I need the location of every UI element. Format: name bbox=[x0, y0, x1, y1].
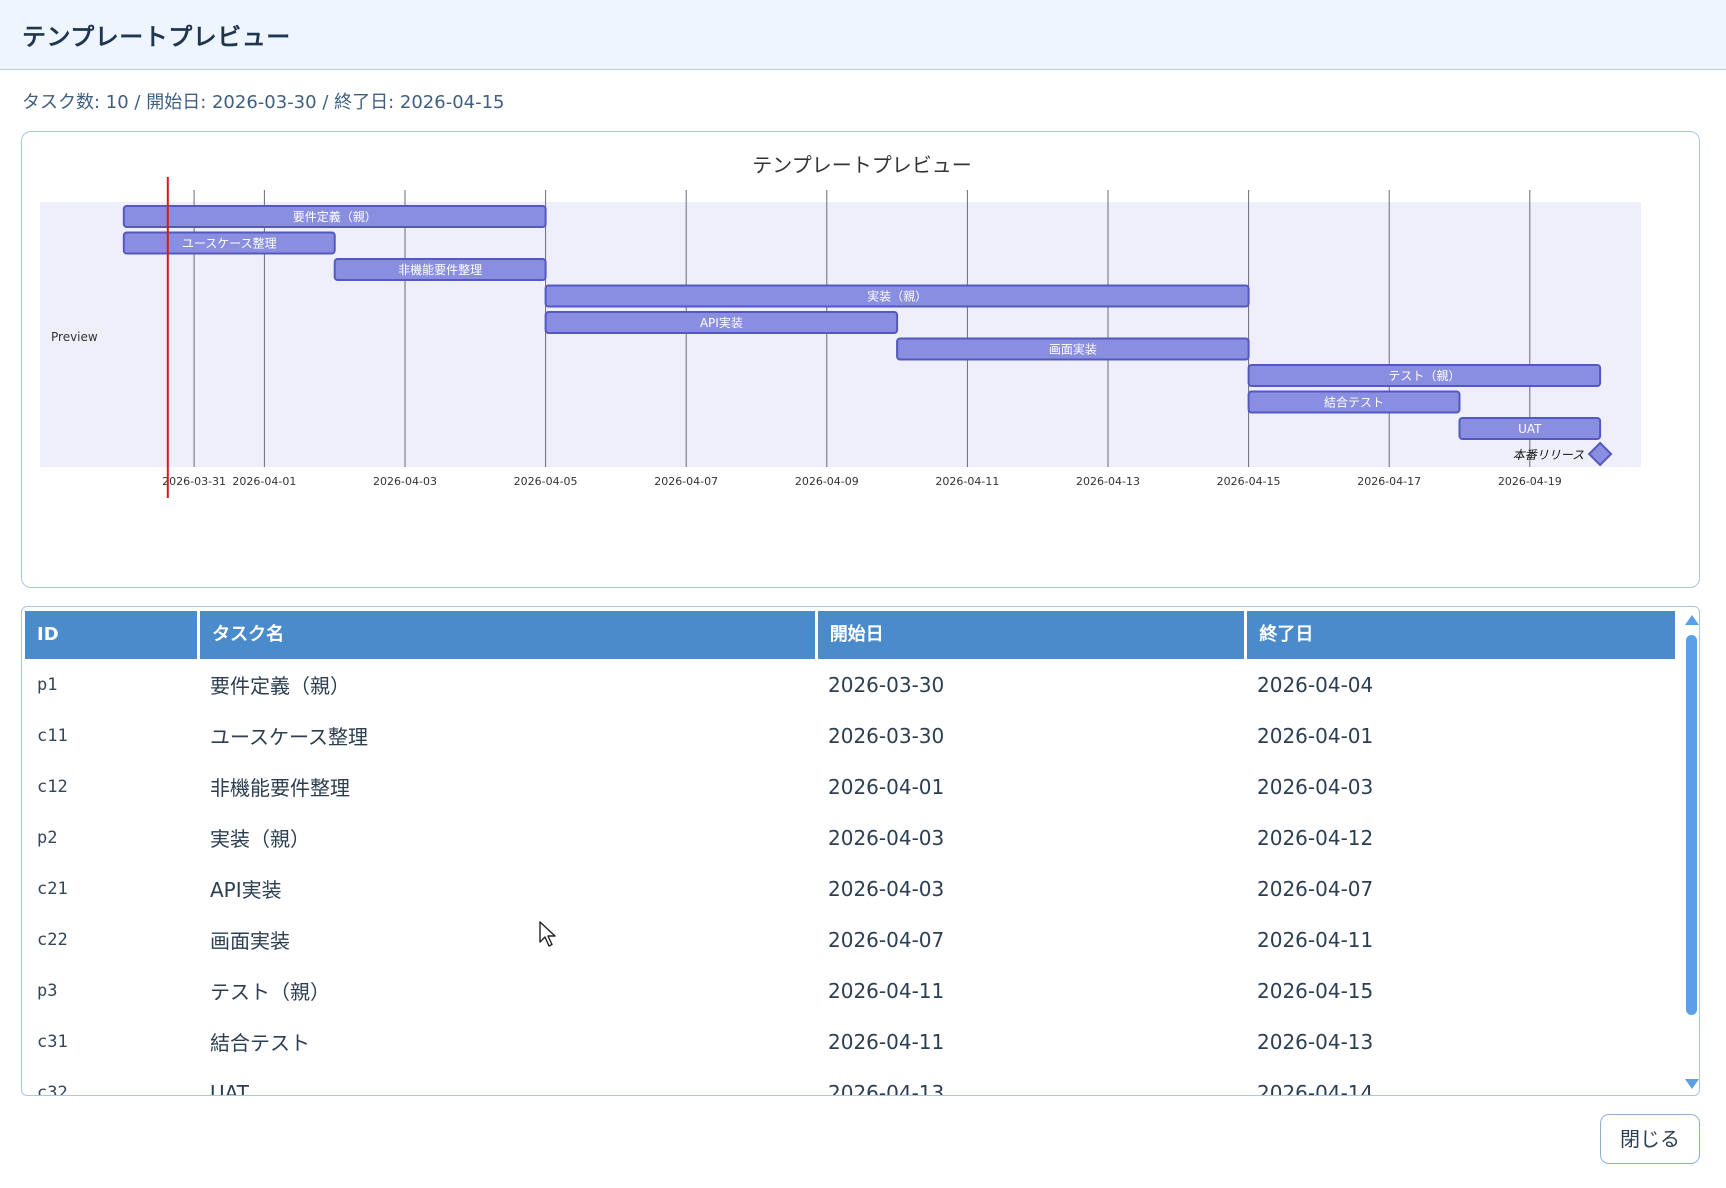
task-bar-label: UAT bbox=[1518, 422, 1542, 436]
dialog-header: テンプレートプレビュー bbox=[0, 0, 1726, 70]
x-tick-label: 2026-04-05 bbox=[514, 475, 578, 488]
section-label: Preview bbox=[51, 330, 98, 344]
table-row[interactable]: c11 ユースケース整理 2026-03-30 2026-04-01 bbox=[25, 710, 1675, 761]
x-tick-label: 2026-04-17 bbox=[1357, 475, 1421, 488]
table-row[interactable]: p1 要件定義（親） 2026-03-30 2026-04-04 bbox=[25, 659, 1675, 710]
table-row[interactable]: c12 非機能要件整理 2026-04-01 2026-04-03 bbox=[25, 761, 1675, 812]
table-row[interactable]: c21 API実装 2026-04-03 2026-04-07 bbox=[25, 863, 1675, 914]
cell-start-date: 2026-04-03 bbox=[828, 876, 945, 901]
summary-text: タスク数: 10 / 開始日: 2026-03-30 / 終了日: 2026-0… bbox=[22, 92, 505, 113]
task-bar-label: 非機能要件整理 bbox=[398, 262, 482, 277]
cell-id: c31 bbox=[37, 1031, 68, 1052]
x-tick-label: 2026-04-07 bbox=[654, 475, 718, 488]
task-bar-label: テスト（親） bbox=[1388, 369, 1460, 383]
cell-id: p3 bbox=[37, 980, 58, 1001]
table-header: ID タスク名 開始日 終了日 bbox=[25, 611, 1675, 659]
cell-id: c12 bbox=[37, 776, 68, 797]
table-scrollbar[interactable] bbox=[1682, 607, 1699, 1095]
column-header-task-name[interactable]: タスク名 bbox=[200, 611, 815, 659]
column-header-start-date[interactable]: 開始日 bbox=[817, 611, 1245, 659]
close-button[interactable]: 閉じる bbox=[1600, 1114, 1700, 1164]
task-bar-label: 要件定義（親） bbox=[293, 209, 377, 224]
cell-end-date: 2026-04-14 bbox=[1257, 1080, 1374, 1096]
table-row[interactable]: p3 テスト（親） 2026-04-11 2026-04-15 bbox=[25, 965, 1675, 1016]
x-tick-label: 2026-04-01 bbox=[232, 475, 296, 488]
cell-task-name: テスト（親） bbox=[210, 980, 330, 1004]
cell-task-name: API実装 bbox=[210, 878, 282, 902]
cell-start-date: 2026-04-11 bbox=[828, 978, 945, 1003]
milestone-label: 本番リリース bbox=[1513, 448, 1584, 462]
x-tick-label: 2026-03-31 bbox=[162, 475, 226, 488]
cell-end-date: 2026-04-04 bbox=[1257, 672, 1374, 697]
cell-end-date: 2026-04-15 bbox=[1257, 978, 1374, 1003]
cell-task-name: 実装（親） bbox=[210, 827, 310, 851]
cell-task-name: 非機能要件整理 bbox=[210, 776, 350, 800]
cell-start-date: 2026-03-30 bbox=[828, 672, 945, 697]
cell-id: c21 bbox=[37, 878, 68, 899]
template-preview-dialog: テンプレートプレビュー タスク数: 10 / 開始日: 2026-03-30 /… bbox=[0, 0, 1726, 1188]
gantt-chart: テンプレートプレビュー Preview 2026-03-31 2026-04-01 20… bbox=[40, 153, 1641, 498]
task-table: ID タスク名 開始日 終了日 p1 要件定義（親） 2026-03-30 2026-… bbox=[21, 606, 1700, 1096]
column-header-id[interactable]: ID bbox=[25, 611, 198, 659]
scroll-down-arrow-icon[interactable] bbox=[1685, 1079, 1699, 1089]
task-bar-label: API実装 bbox=[700, 315, 743, 330]
dialog-title: テンプレートプレビュー bbox=[22, 23, 291, 51]
cell-id: c32 bbox=[37, 1082, 68, 1096]
cell-end-date: 2026-04-03 bbox=[1257, 774, 1374, 799]
x-tick-label: 2026-04-09 bbox=[795, 475, 859, 488]
cell-task-name: ユースケース整理 bbox=[210, 725, 368, 749]
table-row[interactable]: c22 画面実装 2026-04-07 2026-04-11 bbox=[25, 914, 1675, 965]
cell-id: c11 bbox=[37, 725, 68, 746]
table-row[interactable]: p2 実装（親） 2026-04-03 2026-04-12 bbox=[25, 812, 1675, 863]
gantt-chart-card: テンプレートプレビュー Preview 2026-03-31 2026-04-01 20… bbox=[21, 131, 1700, 588]
cell-id: p2 bbox=[37, 827, 58, 848]
task-bar-label: 実装（親） bbox=[867, 289, 927, 304]
cell-start-date: 2026-04-01 bbox=[828, 774, 945, 799]
x-tick-label: 2026-04-03 bbox=[373, 475, 437, 488]
task-bar-label: 結合テスト bbox=[1324, 395, 1384, 410]
task-bar-label: ユースケース整理 bbox=[182, 236, 277, 251]
cell-start-date: 2026-04-03 bbox=[828, 825, 945, 850]
cell-start-date: 2026-04-11 bbox=[828, 1029, 945, 1054]
cell-start-date: 2026-03-30 bbox=[828, 723, 945, 748]
cell-start-date: 2026-04-07 bbox=[828, 927, 945, 952]
scrollbar-thumb[interactable] bbox=[1686, 635, 1697, 1015]
scroll-up-arrow-icon[interactable] bbox=[1685, 615, 1699, 625]
x-tick-label: 2026-04-13 bbox=[1076, 475, 1140, 488]
x-tick-label: 2026-04-15 bbox=[1217, 475, 1281, 488]
cell-id: c22 bbox=[37, 929, 68, 950]
table-row[interactable]: c31 結合テスト 2026-04-11 2026-04-13 bbox=[25, 1016, 1675, 1067]
x-tick-label: 2026-04-19 bbox=[1498, 475, 1562, 488]
mouse-cursor-icon bbox=[539, 921, 556, 947]
cell-task-name: 画面実装 bbox=[210, 929, 290, 953]
column-header-end-date[interactable]: 終了日 bbox=[1247, 611, 1675, 659]
cell-task-name: 結合テスト bbox=[210, 1031, 310, 1055]
table-row[interactable]: c32 UAT 2026-04-13 2026-04-14 bbox=[25, 1067, 1675, 1096]
cell-end-date: 2026-04-07 bbox=[1257, 876, 1374, 901]
cell-task-name: 要件定義（親） bbox=[210, 674, 350, 698]
cell-end-date: 2026-04-01 bbox=[1257, 723, 1374, 748]
x-tick-label: 2026-04-11 bbox=[935, 475, 999, 488]
cell-task-name: UAT bbox=[210, 1080, 249, 1096]
cell-id: p1 bbox=[37, 674, 58, 695]
cell-end-date: 2026-04-12 bbox=[1257, 825, 1374, 850]
cell-end-date: 2026-04-13 bbox=[1257, 1029, 1374, 1054]
table-body: p1 要件定義（親） 2026-03-30 2026-04-04 c11 ユースケース整理… bbox=[25, 659, 1675, 1096]
chart-title: テンプレートプレビュー bbox=[752, 153, 971, 177]
cell-start-date: 2026-04-13 bbox=[828, 1080, 945, 1096]
cell-end-date: 2026-04-11 bbox=[1257, 927, 1374, 952]
task-bar-label: 画面実装 bbox=[1049, 342, 1097, 357]
